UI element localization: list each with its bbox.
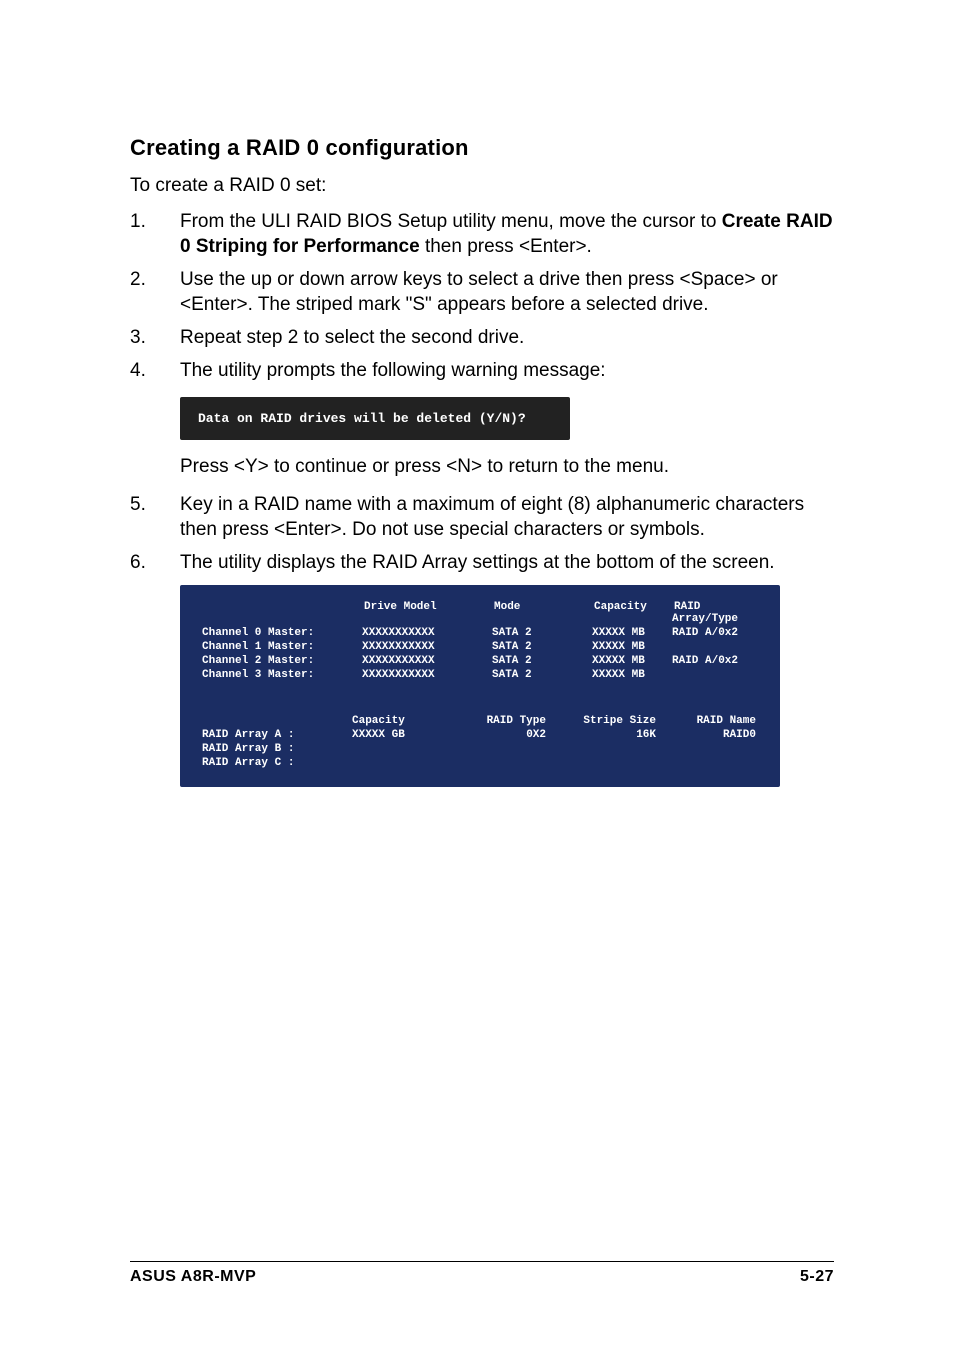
bios-cell-raid-type bbox=[452, 757, 552, 769]
bios-cell-mode: SATA 2 bbox=[492, 627, 592, 639]
bios-header-drive-model: Drive Model bbox=[362, 601, 492, 625]
bios-cell-channel: Channel 3 Master: bbox=[202, 669, 362, 681]
steps-list-2: 5. Key in a RAID name with a maximum of … bbox=[130, 492, 834, 575]
after-warning-text: Press <Y> to continue or press <N> to re… bbox=[180, 454, 834, 479]
bios-cell-stripe-size bbox=[552, 757, 662, 769]
bios-cell-raid bbox=[672, 669, 762, 681]
bios-cell-raid: RAID A/0x2 bbox=[672, 655, 762, 667]
bios-cell-mode: SATA 2 bbox=[492, 669, 592, 681]
page-container: Creating a RAID 0 configuration To creat… bbox=[0, 0, 954, 1351]
bios-cell-capacity: XXXXX MB bbox=[592, 655, 672, 667]
bios-header-raid-array-type: RAID Array/Type bbox=[672, 601, 762, 625]
footer-left: ASUS A8R-MVP bbox=[130, 1268, 256, 1286]
intro-text: To create a RAID 0 set: bbox=[130, 175, 834, 197]
bios-cell-channel: Channel 2 Master: bbox=[202, 655, 362, 667]
bios-cell-channel: Channel 0 Master: bbox=[202, 627, 362, 639]
bios-header-mode: Mode bbox=[492, 601, 592, 625]
bios-cell-raid-type bbox=[452, 743, 552, 755]
step-text-pre: Repeat step 2 to select the second drive… bbox=[180, 327, 524, 348]
step-item: 3. Repeat step 2 to select the second dr… bbox=[130, 325, 834, 350]
bios-spacer bbox=[202, 681, 758, 711]
step-body: The utility prompts the following warnin… bbox=[180, 358, 834, 383]
section-heading: Creating a RAID 0 configuration bbox=[130, 135, 834, 161]
step-body: From the ULI RAID BIOS Setup utility men… bbox=[180, 209, 834, 259]
footer-right: 5-27 bbox=[800, 1268, 834, 1286]
step-number: 3. bbox=[130, 325, 180, 350]
bios-cell-raid: RAID A/0x2 bbox=[672, 627, 762, 639]
bios-cell-capacity: XXXXX MB bbox=[592, 641, 672, 653]
bios-header-capacity: Capacity bbox=[592, 601, 672, 625]
bios-cell-channel: Channel 1 Master: bbox=[202, 641, 362, 653]
step-text-pre: The utility prompts the following warnin… bbox=[180, 360, 606, 381]
bios-header-blank bbox=[202, 715, 352, 727]
step-body: Use the up or down arrow keys to select … bbox=[180, 267, 834, 317]
bios-cell-raid-type: 0X2 bbox=[452, 729, 552, 741]
step-number: 1. bbox=[130, 209, 180, 259]
bios-cell-capacity: XXXXX MB bbox=[592, 627, 672, 639]
step-number: 2. bbox=[130, 267, 180, 317]
bios-cell-capacity2 bbox=[352, 743, 452, 755]
bios-drive-table: Drive Model Mode Capacity RAID Array/Typ… bbox=[202, 601, 758, 681]
bios-cell-array: RAID Array A : bbox=[202, 729, 352, 741]
bios-cell-array: RAID Array C : bbox=[202, 757, 352, 769]
step-text-post: then press <Enter>. bbox=[420, 236, 592, 257]
bios-cell-raid-name bbox=[662, 757, 762, 769]
bios-cell-capacity2: XXXXX GB bbox=[352, 729, 452, 741]
bios-header-stripe-size: Stripe Size bbox=[552, 715, 662, 727]
step-text-pre: The utility displays the RAID Array sett… bbox=[180, 552, 775, 573]
step-number: 5. bbox=[130, 492, 180, 542]
bios-header-raid-name: RAID Name bbox=[662, 715, 762, 727]
bios-cell-mode: SATA 2 bbox=[492, 655, 592, 667]
warning-box: Data on RAID drives will be deleted (Y/N… bbox=[180, 397, 570, 440]
bios-raid-array-table: Capacity RAID Type Stripe Size RAID Name… bbox=[202, 715, 758, 769]
bios-cell-array: RAID Array B : bbox=[202, 743, 352, 755]
bios-header-blank bbox=[202, 601, 362, 625]
step-text-pre: From the ULI RAID BIOS Setup utility men… bbox=[180, 211, 722, 232]
bios-header-capacity2: Capacity bbox=[352, 715, 452, 727]
bios-cell-raid bbox=[672, 641, 762, 653]
step-body: Repeat step 2 to select the second drive… bbox=[180, 325, 834, 350]
bios-cell-model: XXXXXXXXXXX bbox=[362, 669, 492, 681]
bios-cell-stripe-size: 16K bbox=[552, 729, 662, 741]
step-item: 1. From the ULI RAID BIOS Setup utility … bbox=[130, 209, 834, 259]
steps-list-1: 1. From the ULI RAID BIOS Setup utility … bbox=[130, 209, 834, 383]
step-text-pre: Key in a RAID name with a maximum of eig… bbox=[180, 494, 804, 540]
bios-cell-capacity: XXXXX MB bbox=[592, 669, 672, 681]
bios-cell-model: XXXXXXXXXXX bbox=[362, 627, 492, 639]
bios-cell-raid-name: RAID0 bbox=[662, 729, 762, 741]
step-item: 4. The utility prompts the following war… bbox=[130, 358, 834, 383]
step-number: 6. bbox=[130, 550, 180, 575]
bios-cell-capacity2 bbox=[352, 757, 452, 769]
step-number: 4. bbox=[130, 358, 180, 383]
step-item: 6. The utility displays the RAID Array s… bbox=[130, 550, 834, 575]
step-item: 2. Use the up or down arrow keys to sele… bbox=[130, 267, 834, 317]
bios-cell-raid-name bbox=[662, 743, 762, 755]
page-footer: ASUS A8R-MVP 5-27 bbox=[130, 1261, 834, 1286]
step-body: The utility displays the RAID Array sett… bbox=[180, 550, 834, 575]
warning-text: Data on RAID drives will be deleted (Y/N… bbox=[198, 411, 526, 426]
bios-screen: Drive Model Mode Capacity RAID Array/Typ… bbox=[180, 585, 780, 787]
bios-header-raid-type: RAID Type bbox=[452, 715, 552, 727]
bios-cell-model: XXXXXXXXXXX bbox=[362, 655, 492, 667]
bios-cell-stripe-size bbox=[552, 743, 662, 755]
bios-cell-model: XXXXXXXXXXX bbox=[362, 641, 492, 653]
step-item: 5. Key in a RAID name with a maximum of … bbox=[130, 492, 834, 542]
bios-cell-mode: SATA 2 bbox=[492, 641, 592, 653]
step-body: Key in a RAID name with a maximum of eig… bbox=[180, 492, 834, 542]
step-text-pre: Use the up or down arrow keys to select … bbox=[180, 269, 778, 315]
